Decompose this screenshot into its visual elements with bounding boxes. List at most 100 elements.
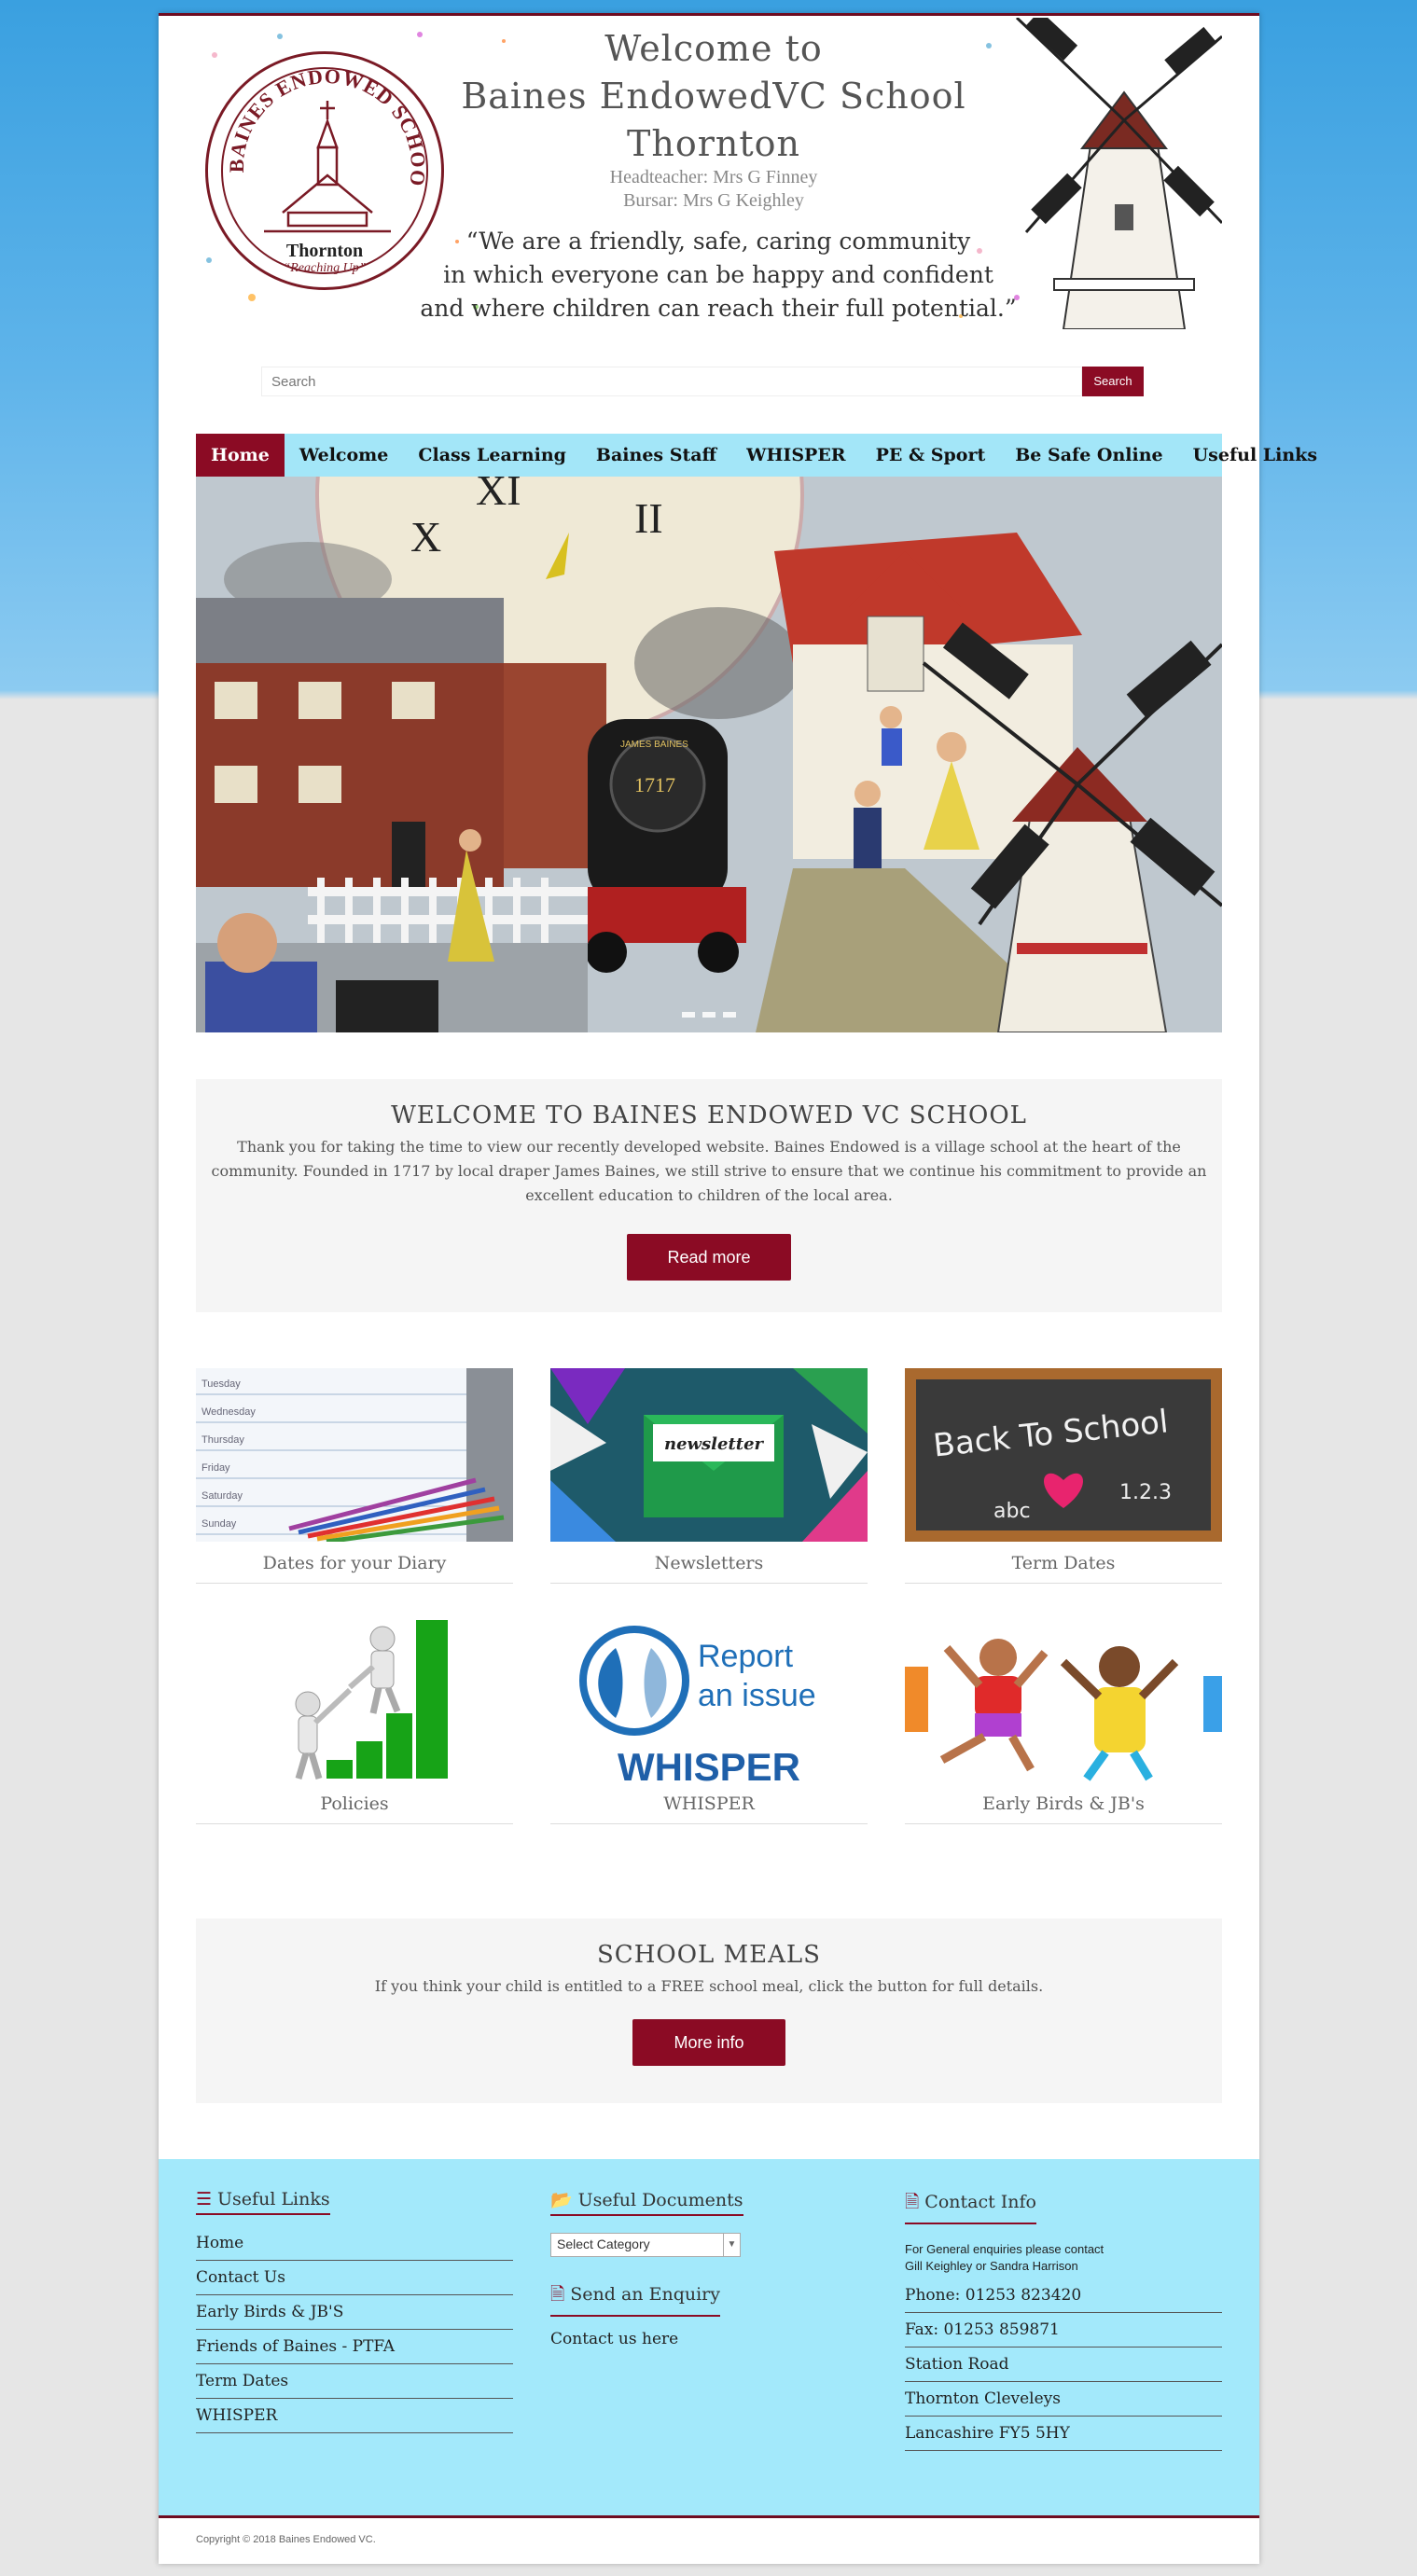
report-line2: an issue	[698, 1678, 816, 1713]
footer-heading-label: Useful Documents	[577, 2190, 743, 2210]
svg-text:II: II	[634, 494, 663, 542]
hero-slider[interactable]: X XI II 1717 JAMES BAINES	[196, 477, 1222, 1032]
nav-item-whisper[interactable]: WHISPER	[731, 434, 860, 477]
footer-heading-label: Send an Enquiry	[570, 2284, 720, 2305]
tile-term-dates[interactable]: Back To School abc 1.2.3 Term Dates	[905, 1368, 1222, 1584]
nav-item-be-safe-online[interactable]: Be Safe Online	[1000, 434, 1177, 477]
tile-caption: Term Dates	[905, 1553, 1222, 1584]
mural-image: XXIII 1717 JAMES BAINES	[196, 477, 1222, 1032]
category-select-value: Select Category	[557, 2237, 650, 2251]
board-123: 1.2.3	[1119, 1481, 1172, 1504]
banner-title-line1: Welcome to	[604, 28, 823, 69]
contact-address-line2: Thornton Cleveleys	[905, 2382, 1222, 2417]
svg-text:XI: XI	[476, 477, 521, 514]
footer-link-home[interactable]: Home	[196, 2226, 513, 2261]
banner-title: Welcome to Baines EndowedVC School Thorn…	[448, 25, 979, 168]
contact-note: For General enquiries please contact Gil…	[905, 2241, 1222, 2275]
diary-day: Wednesday	[201, 1406, 256, 1418]
footer-heading: 🗎 Contact Info	[905, 2189, 1036, 2224]
category-select[interactable]: Select Category ▼	[550, 2233, 741, 2257]
contact-us-link[interactable]: Contact us here	[550, 2322, 868, 2356]
tile-whisper[interactable]: Report an issue WHISPER WHISPER	[550, 1620, 868, 1824]
diary-image: Tuesday Wednesday Thursday Friday Saturd…	[196, 1368, 513, 1542]
search-bar: Search	[261, 367, 1144, 396]
site-footer: ☰ Useful Links Home Contact Us Early Bird…	[159, 2159, 1259, 2518]
diary-day: Saturday	[201, 1490, 243, 1502]
footer-heading-label: Contact Info	[924, 2192, 1036, 2212]
slider-dot[interactable]	[702, 1012, 715, 1018]
meals-text: If you think your child is entitled to a…	[374, 1977, 1044, 1995]
quote-line3: and where children can reach their full …	[420, 295, 1017, 322]
footer-heading: ☰ Useful Links	[196, 2189, 330, 2215]
footer-link-whisper[interactable]: WHISPER	[196, 2399, 513, 2433]
footer-contact-info: 🗎 Contact Info For General enquiries plea…	[905, 2189, 1222, 2451]
mural-year: 1717	[634, 773, 675, 796]
contact-note-line1: For General enquiries please contact	[905, 2242, 1104, 2256]
whisper-brand: WHISPER	[618, 1745, 800, 1789]
welcome-title: WELCOME TO BAINES ENDOWED VC SCHOOL	[391, 1101, 1027, 1129]
welcome-panel: WELCOME TO BAINES ENDOWED VC SCHOOL Than…	[196, 1079, 1222, 1312]
tile-caption: Newsletters	[550, 1553, 868, 1584]
contact-note-line2: Gill Keighley or Sandra Harrison	[905, 2259, 1078, 2273]
footer-heading: 📂 Useful Documents	[550, 2189, 743, 2216]
policies-image	[196, 1620, 513, 1794]
tile-caption: Policies	[196, 1794, 513, 1824]
tile-caption: Dates for your Diary	[196, 1553, 513, 1584]
search-button[interactable]: Search	[1082, 367, 1144, 396]
footer-link-early-birds[interactable]: Early Birds & JB'S	[196, 2295, 513, 2330]
nav-item-pe-sport[interactable]: PE & Sport	[861, 434, 1001, 477]
bursar-text: Bursar: Mrs G Keighley	[623, 190, 804, 211]
diary-day: Friday	[201, 1462, 230, 1474]
list-icon: ☰	[196, 2189, 213, 2209]
header-banner: BAINES ENDOWED SCHOOL Thornton “Reaching…	[196, 18, 1222, 329]
footer-heading: 🗎 Send an Enquiry	[550, 2281, 720, 2317]
contact-address-line3: Lancashire FY5 5HY	[905, 2417, 1222, 2451]
more-info-button[interactable]: More info	[632, 2019, 785, 2066]
tile-caption: WHISPER	[550, 1794, 868, 1824]
nav-item-useful-links[interactable]: Useful Links	[1178, 434, 1332, 477]
early-birds-image	[905, 1620, 1222, 1794]
banner-title-line2: Baines EndowedVC School	[461, 76, 966, 117]
windmill-illustration	[1015, 18, 1222, 329]
footer-link-contact-us[interactable]: Contact Us	[196, 2261, 513, 2295]
nav-item-class-learning[interactable]: Class Learning	[403, 434, 581, 477]
nav-item-home[interactable]: Home	[196, 434, 285, 477]
nav-item-baines-staff[interactable]: Baines Staff	[581, 434, 731, 477]
contact-phone: Phone: 01253 823420	[905, 2278, 1222, 2313]
chevron-down-icon: ▼	[723, 2234, 740, 2256]
mural-plate: JAMES BAINES	[620, 740, 688, 750]
welcome-text: Thank you for taking the time to view ou…	[211, 1138, 1207, 1204]
school-meals-panel: SCHOOL MEALS If you think your child is …	[196, 1918, 1222, 2103]
slider-dot[interactable]	[682, 1012, 695, 1018]
headteacher-text: Headteacher: Mrs G Finney	[609, 167, 818, 187]
quote-line2: in which everyone can be happy and confi…	[443, 261, 993, 288]
nav-item-welcome[interactable]: Welcome	[285, 434, 404, 477]
footer-link-term-dates[interactable]: Term Dates	[196, 2364, 513, 2399]
document-icon: 🗎	[905, 2192, 920, 2212]
tile-dates-diary[interactable]: Tuesday Wednesday Thursday Friday Saturd…	[196, 1368, 513, 1584]
tile-policies[interactable]: Policies	[196, 1620, 513, 1824]
meals-title: SCHOOL MEALS	[597, 1941, 821, 1969]
footer-useful-links: ☰ Useful Links Home Contact Us Early Bird…	[196, 2189, 513, 2433]
read-more-button[interactable]: Read more	[627, 1234, 791, 1281]
whisper-image: Report an issue WHISPER	[550, 1620, 868, 1794]
banner-title-line3: Thornton	[627, 123, 800, 164]
copyright-text: Copyright © 2018 Baines Endowed VC.	[196, 2534, 376, 2545]
footer-heading-label: Useful Links	[217, 2189, 330, 2209]
quote-line1: “We are a friendly, safe, caring communi…	[465, 228, 971, 255]
svg-text:X: X	[410, 513, 441, 561]
search-input[interactable]	[261, 367, 1082, 396]
tile-early-birds[interactable]: Early Birds & JB's	[905, 1620, 1222, 1824]
document-icon: 🗎	[550, 2284, 565, 2305]
contact-address-line1: Station Road	[905, 2347, 1222, 2382]
page-container: BAINES ENDOWED SCHOOL Thornton “Reaching…	[159, 13, 1317, 2564]
footer-documents: 📂 Useful Documents Select Category ▼ 🗎 Sen…	[550, 2189, 868, 2356]
board-abc: abc	[993, 1500, 1031, 1523]
envelope-text: newsletter	[664, 1434, 765, 1454]
diary-day: Sunday	[201, 1518, 237, 1530]
slider-dot[interactable]	[723, 1012, 736, 1018]
footer-link-ptfa[interactable]: Friends of Baines - PTFA	[196, 2330, 513, 2364]
tile-newsletters[interactable]: newsletter Newsletters	[550, 1368, 868, 1584]
newsletters-image: newsletter	[550, 1368, 868, 1542]
tile-caption: Early Birds & JB's	[905, 1794, 1222, 1824]
